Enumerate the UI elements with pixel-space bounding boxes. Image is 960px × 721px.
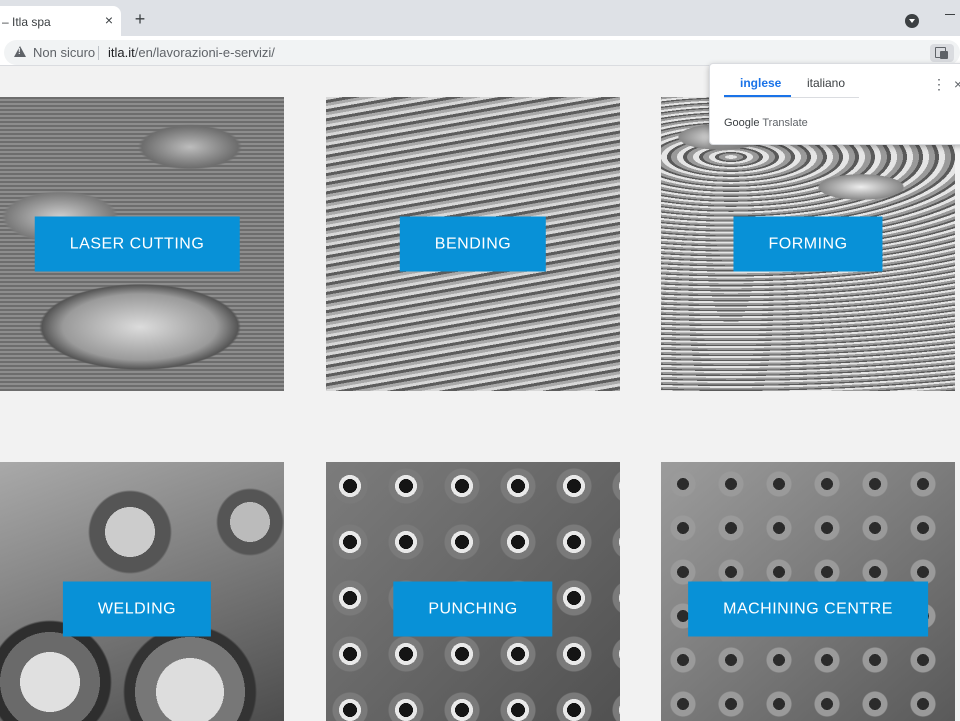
security-label[interactable]: Non sicuro	[33, 45, 95, 60]
service-label[interactable]: LASER CUTTING	[34, 216, 240, 272]
tab-title: – Itla spa	[2, 15, 51, 29]
tab-bar: – Itla spa × +	[0, 0, 960, 36]
close-icon[interactable]: ×	[954, 76, 960, 92]
minimize-icon[interactable]	[945, 14, 955, 15]
brand-google: Google	[724, 117, 760, 129]
brand-translate: Translate	[762, 117, 808, 129]
url-text[interactable]: itla.it/en/lavorazioni-e-servizi/	[108, 45, 275, 60]
browser-tab[interactable]: – Itla spa ×	[0, 6, 121, 36]
url-separator	[98, 46, 99, 60]
service-card-welding[interactable]: WELDING	[0, 462, 284, 721]
google-translate-brand: Google Translate	[724, 117, 808, 129]
translate-icon[interactable]	[930, 44, 954, 62]
tab-search-icon[interactable]	[905, 14, 919, 28]
tab-source-language[interactable]: inglese	[740, 76, 781, 90]
service-card-laser-cutting[interactable]: LASER CUTTING	[0, 97, 284, 391]
new-tab-button[interactable]: +	[131, 10, 149, 29]
service-label[interactable]: BENDING	[399, 216, 547, 272]
service-card-machining-centre[interactable]: MACHINING CENTRE	[661, 462, 955, 721]
browser-toolbar: Non sicuro itla.it/en/lavorazioni-e-serv…	[0, 36, 960, 66]
url-domain: itla.it	[108, 45, 135, 60]
service-card-bending[interactable]: BENDING	[326, 97, 620, 391]
tab-divider	[724, 97, 859, 98]
service-label[interactable]: FORMING	[733, 216, 883, 272]
address-bar[interactable]: Non sicuro itla.it/en/lavorazioni-e-serv…	[4, 40, 960, 65]
service-label[interactable]: PUNCHING	[393, 581, 553, 637]
page-content: LASER CUTTING BENDING FORMING WELDING PU…	[0, 67, 960, 721]
warning-icon[interactable]	[14, 46, 26, 57]
service-card-punching[interactable]: PUNCHING	[326, 462, 620, 721]
url-path: /en/lavorazioni-e-servizi/	[134, 45, 275, 60]
tab-target-language[interactable]: italiano	[807, 76, 845, 90]
service-label[interactable]: MACHINING CENTRE	[688, 581, 928, 637]
active-tab-indicator	[724, 95, 791, 97]
close-tab-icon[interactable]: ×	[101, 12, 117, 28]
more-options-icon[interactable]: ⋮	[932, 76, 946, 92]
service-label[interactable]: WELDING	[62, 581, 212, 637]
translate-popup: inglese italiano ⋮ × Google Translate	[709, 63, 960, 145]
